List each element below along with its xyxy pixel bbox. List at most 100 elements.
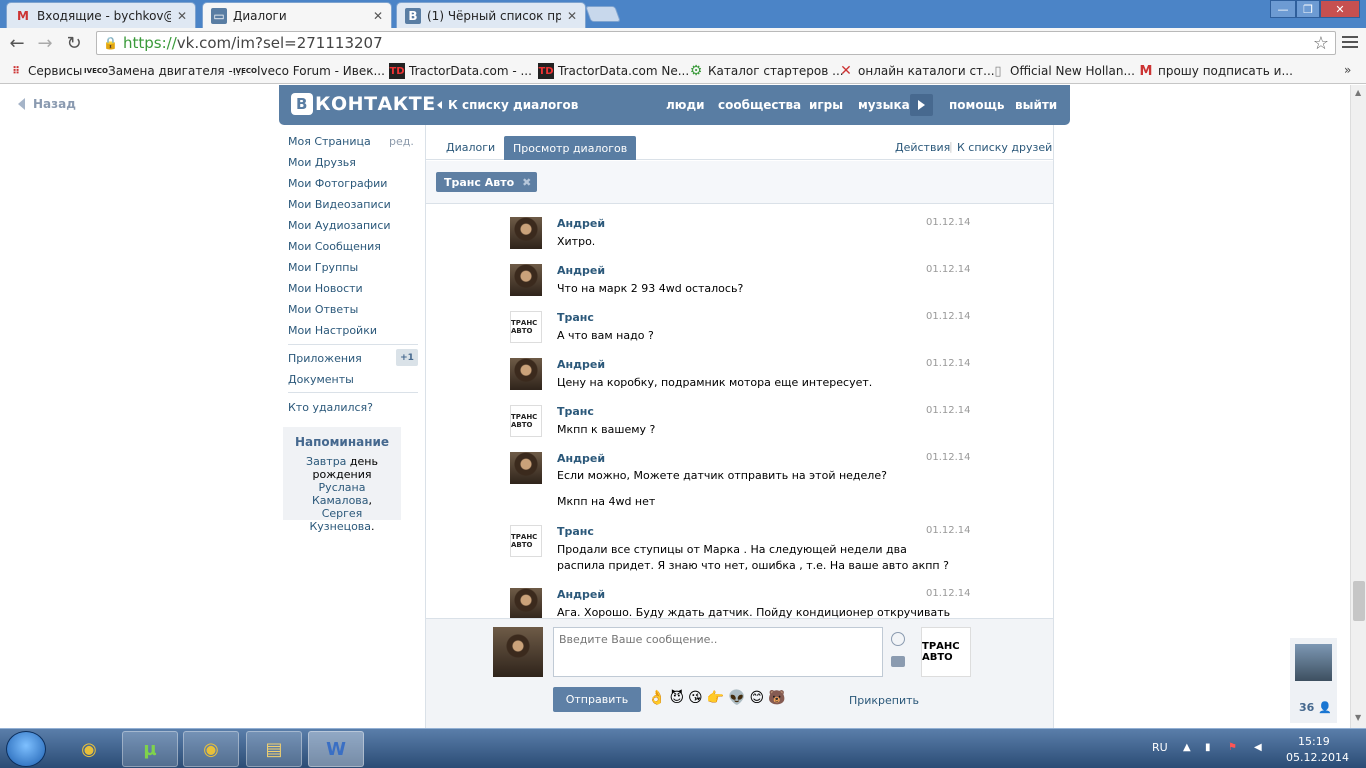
reload-icon[interactable]: ↻	[63, 32, 85, 54]
explorer-icon[interactable]: ▤	[246, 731, 302, 767]
antivirus-icon[interactable]: ⚑	[1228, 742, 1240, 754]
close-icon[interactable]: ✕	[567, 9, 577, 23]
nav-music[interactable]: музыка	[858, 98, 910, 112]
bookmark-iveco-forum[interactable]: IVECO Iveco Forum - Ивек...	[233, 62, 385, 80]
menu-videos[interactable]: Мои Видеозаписи	[288, 198, 391, 211]
avatar[interactable]	[510, 452, 542, 484]
message-author[interactable]: Андрей	[557, 452, 605, 465]
emoji-point[interactable]: 👉	[707, 690, 724, 706]
page-scrollbar[interactable]: ▲ ▼	[1350, 85, 1366, 728]
smile-icon[interactable]	[891, 632, 905, 646]
menu-documents[interactable]: Документы	[288, 373, 354, 386]
tab-blacklist[interactable]: B (1) Чёрный список прод ✕	[396, 2, 586, 28]
emoji-devil[interactable]: 😈	[669, 690, 684, 706]
new-tab-button[interactable]	[585, 6, 621, 22]
message-author[interactable]: Андрей	[557, 588, 605, 601]
menu-photos[interactable]: Мои Фотографии	[288, 177, 387, 190]
message-date[interactable]: 01.12.14	[926, 452, 971, 463]
menu-friends[interactable]: Мои Друзья	[288, 156, 356, 169]
menu-audio[interactable]: Мои Аудиозаписи	[288, 219, 391, 232]
tray-expand-icon[interactable]: ▲	[1183, 742, 1195, 754]
chrome-menu-icon[interactable]	[1342, 34, 1358, 50]
emoji-kiss[interactable]: 😘	[688, 690, 703, 706]
menu-messages[interactable]: Мои Сообщения	[288, 240, 381, 253]
word-icon[interactable]: W	[308, 731, 364, 767]
message-input[interactable]	[553, 627, 883, 677]
send-button[interactable]: Отправить	[553, 687, 641, 712]
bookmark-services[interactable]: ⠿ Сервисы	[8, 62, 82, 80]
emoji-ok[interactable]: 👌	[648, 690, 665, 706]
bookmark-tractordata-ne[interactable]: TD TractorData.com Ne...	[538, 62, 689, 80]
minimize-button[interactable]: —	[1270, 0, 1296, 18]
my-avatar[interactable]	[493, 627, 543, 677]
menu-news[interactable]: Мои Новости	[288, 282, 363, 295]
emoji-alien[interactable]: 👽	[728, 690, 745, 706]
clock-date[interactable]: 05.12.2014	[1286, 751, 1349, 764]
nav-logout[interactable]: выйти	[1015, 98, 1057, 112]
restore-button[interactable]: ❐	[1296, 0, 1320, 18]
bookmark-new-holland[interactable]: ▯ Official New Hollan...	[990, 62, 1134, 80]
avatar[interactable]	[510, 217, 542, 249]
message-author[interactable]: Транс	[557, 405, 594, 418]
nav-communities[interactable]: сообщества	[718, 98, 801, 112]
tab-dialog-list[interactable]: Диалоги	[446, 141, 495, 154]
scroll-down-icon[interactable]: ▼	[1355, 713, 1361, 722]
back-link[interactable]: Назад	[18, 97, 76, 111]
menu-my-page[interactable]: Моя Страница	[288, 135, 371, 148]
message-author[interactable]: Транс	[557, 311, 594, 324]
tab-dialogs[interactable]: ▭ Диалоги ✕	[202, 2, 392, 28]
emoji-smile[interactable]: 😊	[750, 690, 765, 706]
avatar[interactable]: ТРАНС АВТО	[510, 525, 542, 557]
message-author[interactable]: Андрей	[557, 217, 605, 230]
bookmark-tractordata[interactable]: TD TractorData.com - ...	[389, 62, 532, 80]
scroll-up-icon[interactable]: ▲	[1355, 88, 1361, 97]
avatar[interactable]: ТРАНС АВТО	[510, 311, 542, 343]
bookmark-catalogs[interactable]: ✕ онлайн каталоги ст...	[838, 62, 994, 80]
menu-who-deleted[interactable]: Кто удалился?	[288, 401, 373, 414]
utorrent-icon[interactable]: µ	[122, 731, 178, 767]
friends-list-link[interactable]: К списку друзей	[957, 141, 1052, 154]
forward-arrow-icon[interactable]: →	[34, 32, 56, 54]
message-date[interactable]: 01.12.14	[926, 264, 971, 275]
bookmarks-more[interactable]: »	[1344, 63, 1351, 77]
music-play-button[interactable]	[910, 94, 933, 116]
bookmark-sign[interactable]: Mпрошу подписать и...	[1138, 62, 1293, 80]
back-to-dialogs-link[interactable]: К списку диалогов	[437, 98, 578, 112]
start-button[interactable]	[6, 731, 46, 767]
bookmark-starters[interactable]: ⚙ Каталог стартеров ...	[688, 62, 844, 80]
chrome-icon[interactable]: ◉	[183, 731, 239, 767]
menu-groups[interactable]: Мои Группы	[288, 261, 358, 274]
scroll-thumb[interactable]	[1353, 581, 1365, 621]
menu-settings[interactable]: Мои Настройки	[288, 324, 377, 337]
message-date[interactable]: 01.12.14	[926, 217, 971, 228]
clock-time[interactable]: 15:19	[1298, 735, 1330, 748]
chrome-icon[interactable]: ◉	[61, 731, 117, 767]
avatar[interactable]	[510, 264, 542, 296]
attach-link[interactable]: Прикрепить	[849, 694, 919, 707]
actions-link[interactable]: Действия	[895, 141, 950, 154]
close-icon[interactable]: ✖	[522, 176, 531, 189]
message-author[interactable]: Андрей	[557, 358, 605, 371]
language-indicator[interactable]: RU	[1152, 741, 1168, 754]
emoji-bear[interactable]: 🐻	[768, 690, 785, 706]
bookmark-star-icon[interactable]: ☆	[1313, 33, 1329, 54]
vk-logo[interactable]: В КОНТАКТЕ	[291, 93, 436, 115]
nav-people[interactable]: люди	[666, 98, 705, 112]
message-date[interactable]: 01.12.14	[926, 358, 971, 369]
menu-answers[interactable]: Мои Ответы	[288, 303, 358, 316]
window-close-button[interactable]: ✕	[1320, 0, 1360, 18]
message-author[interactable]: Андрей	[557, 264, 605, 277]
camera-icon[interactable]	[891, 656, 905, 667]
peer-avatar[interactable]: ТРАНС АВТО	[921, 627, 971, 677]
message-date[interactable]: 01.12.14	[926, 405, 971, 416]
edit-link[interactable]: ред.	[389, 135, 414, 148]
close-icon[interactable]: ✕	[373, 9, 383, 23]
peer-chip[interactable]: Транс Авто ✖	[436, 172, 538, 192]
online-widget[interactable]: 36 👤	[1290, 638, 1337, 723]
message-date[interactable]: 01.12.14	[926, 588, 971, 599]
message-author[interactable]: Транс	[557, 525, 594, 538]
tab-gmail[interactable]: M Входящие - bychkov@spe ✕	[6, 2, 196, 28]
menu-apps[interactable]: Приложения	[288, 352, 362, 365]
nav-games[interactable]: игры	[809, 98, 843, 112]
avatar[interactable]: ТРАНС АВТО	[510, 405, 542, 437]
